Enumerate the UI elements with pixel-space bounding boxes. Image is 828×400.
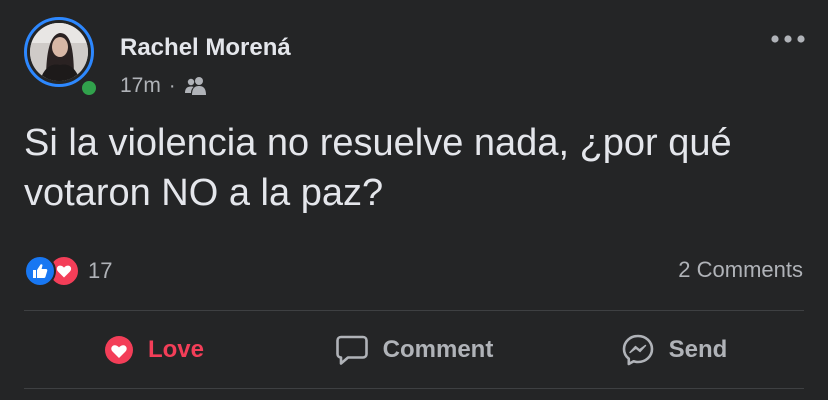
action-bar: Love Comment Send [24,311,804,388]
divider [24,388,804,389]
meta-separator: · [168,74,176,97]
post-text: Si la violencia no resuelve nada, ¿por q… [24,122,732,214]
love-icon [104,335,134,365]
reactions-summary[interactable]: 17 [24,255,112,287]
author-avatar[interactable] [24,17,100,99]
comment-button[interactable]: Comment [284,311,544,388]
love-button[interactable]: Love [24,311,284,388]
send-button[interactable]: Send [544,311,804,388]
comments-count-link[interactable]: 2 Comments [678,257,803,283]
more-dots-icon [771,35,805,43]
like-reaction-icon [24,255,56,287]
post-meta: 17m · [120,74,208,98]
comment-icon [335,334,369,366]
post-timestamp[interactable]: 17m [120,74,161,98]
post-card: Rachel Morená 17m · Si la violencia no r… [0,0,828,400]
avatar-photo [30,23,88,81]
comment-label: Comment [382,335,494,363]
send-label: Send [668,335,728,363]
messenger-icon [621,333,655,367]
author-name[interactable]: Rachel Morená [120,34,291,62]
love-label: Love [147,335,204,363]
reaction-count: 17 [88,258,113,283]
online-status-dot [78,77,100,99]
more-options-button[interactable] [766,26,810,52]
friends-icon[interactable] [184,76,208,96]
